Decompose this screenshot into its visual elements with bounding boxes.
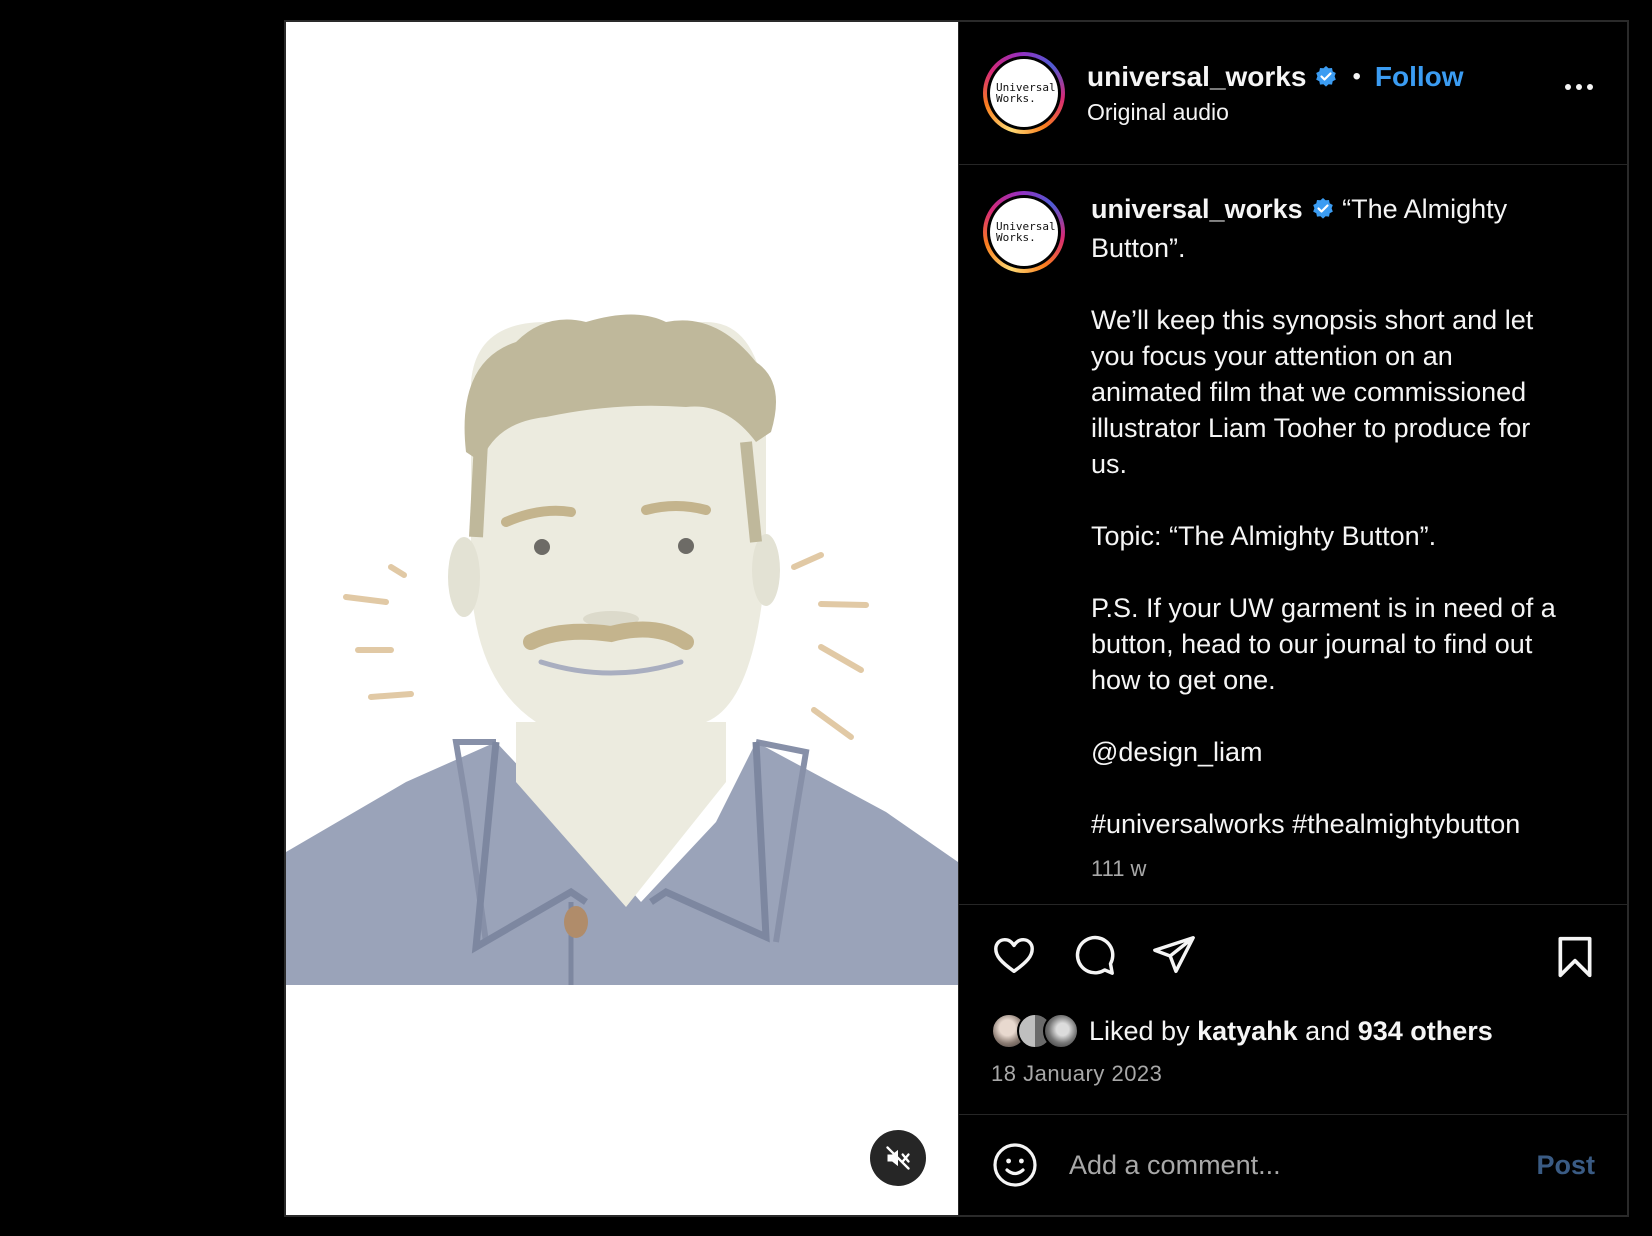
comment-bar: Post [959, 1115, 1627, 1215]
post-modal: Universal Works. universal_works • Follo… [284, 20, 1629, 1217]
author-avatar-ring[interactable]: Universal Works. [983, 52, 1065, 134]
caption-avatar-ring[interactable]: Universal Works. [983, 191, 1065, 273]
caption-username[interactable]: universal_works [1091, 194, 1303, 224]
caption-timestamp[interactable]: 111 w [1091, 856, 1561, 882]
post-date[interactable]: 18 January 2023 [991, 1061, 1597, 1087]
follow-button[interactable]: Follow [1375, 61, 1464, 93]
comment-bubble-icon[interactable] [1071, 932, 1117, 978]
caption-text: universal_works “The Almighty Button”. W… [1091, 191, 1561, 842]
separator-dot: • [1352, 62, 1361, 90]
author-username[interactable]: universal_works [1087, 61, 1306, 93]
mute-toggle-button[interactable] [870, 1130, 926, 1186]
more-options-icon[interactable] [1565, 84, 1593, 90]
smiley-icon[interactable] [991, 1141, 1039, 1189]
likes-conjunction: and [1297, 1015, 1358, 1046]
avatar-text-line2: Works. [996, 92, 1036, 105]
liker-avatars[interactable] [991, 1013, 1079, 1049]
comment-input[interactable] [1069, 1149, 1537, 1181]
caption-section: Universal Works. universal_works “The Al… [959, 165, 1627, 905]
likes-others-link[interactable]: 934 others [1358, 1016, 1493, 1046]
liker-username[interactable]: katyahk [1197, 1016, 1298, 1046]
avatar-text-line2: Works. [996, 231, 1036, 244]
liker-avatar [1043, 1013, 1079, 1049]
verified-badge-icon [1314, 65, 1338, 89]
bookmark-icon[interactable] [1555, 935, 1595, 984]
caption-avatar[interactable]: Universal Works. [990, 198, 1058, 266]
post-header: Universal Works. universal_works • Follo… [959, 22, 1627, 165]
heart-icon[interactable] [991, 932, 1037, 978]
likes-summary: Liked by katyahk and 934 others [1089, 1016, 1493, 1047]
author-avatar[interactable]: Universal Works. [990, 59, 1058, 127]
likes-prefix: Liked by [1089, 1015, 1198, 1046]
actions-section: Liked by katyahk and 934 others 18 Janua… [959, 905, 1627, 1115]
speaker-muted-icon [886, 1146, 910, 1170]
post-sidebar: Universal Works. universal_works • Follo… [958, 22, 1627, 1215]
post-comment-button[interactable]: Post [1536, 1150, 1595, 1181]
audio-label[interactable]: Original audio [1087, 99, 1464, 126]
illustration-portrait [286, 314, 958, 985]
paper-plane-icon[interactable] [1151, 932, 1197, 978]
caption-verified-badge-icon [1311, 194, 1335, 230]
post-media[interactable] [286, 22, 958, 1215]
caption-body: “The Almighty Button”. We’ll keep this s… [1091, 194, 1556, 839]
